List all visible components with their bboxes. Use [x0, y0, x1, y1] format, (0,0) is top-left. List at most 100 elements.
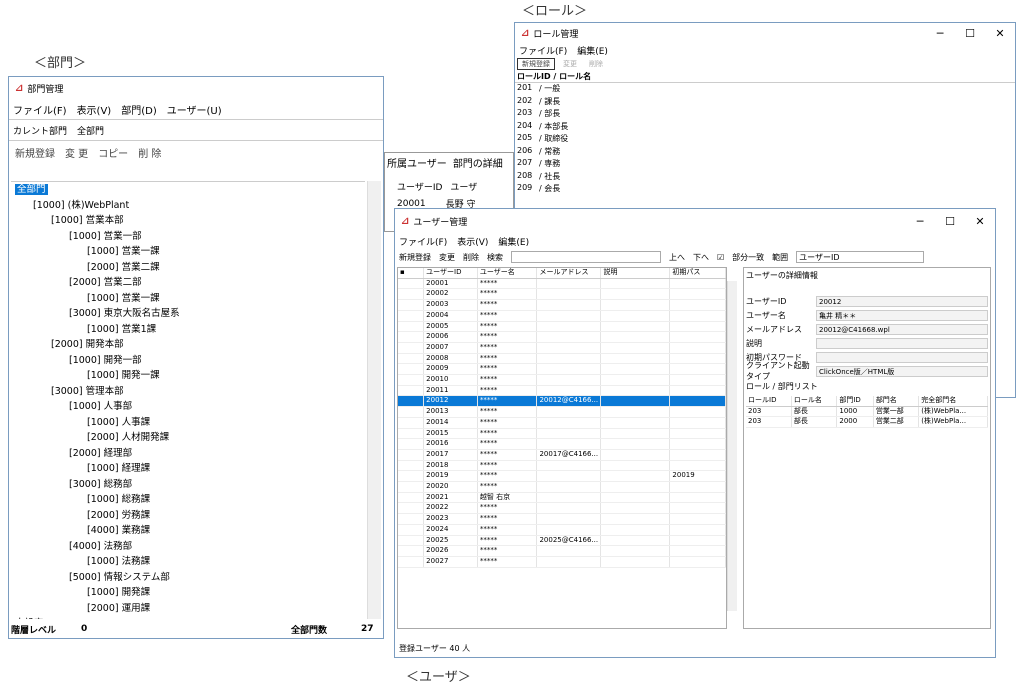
tree-node[interactable]: [1000] 営業本部	[11, 213, 365, 229]
tree-node[interactable]: [1000] 経理課	[11, 461, 365, 477]
user-row[interactable]: 20024 *****	[398, 524, 726, 536]
maximize-button[interactable]: ☐	[935, 215, 965, 228]
minimize-button[interactable]: ─	[905, 215, 935, 228]
tree-node[interactable]: [2000] 開発本部	[11, 337, 365, 353]
menu-view[interactable]: 表示(V)	[457, 235, 488, 248]
user-row[interactable]: 20012 ***** 20012@C4166...	[398, 395, 726, 408]
role-row[interactable]: 208 / 社長	[515, 171, 1015, 184]
new-button[interactable]: 新規登録	[11, 145, 59, 160]
change-button[interactable]: 変更	[439, 252, 455, 263]
column-header[interactable]: ユーザーID	[423, 268, 478, 279]
user-row[interactable]: 20011 *****	[398, 385, 726, 397]
delete-button[interactable]: 削除	[585, 59, 607, 69]
change-button[interactable]: 変更	[559, 59, 581, 69]
field-value[interactable]	[816, 351, 988, 363]
menu-file[interactable]: ファイル(F)	[519, 44, 567, 57]
tree-node[interactable]: [4000] 法務部	[11, 539, 365, 555]
tree-node[interactable]: 未設定	[11, 616, 365, 619]
role-dept-row[interactable]: 203 部長 2000 営業二部 (株)WebPla...	[746, 416, 988, 429]
tree-node[interactable]: [1000] 開発課	[11, 585, 365, 601]
column-header[interactable]: ロールID	[746, 396, 792, 407]
user-row[interactable]: 20004 *****	[398, 310, 726, 322]
column-header[interactable]: 完全部門名	[918, 396, 988, 407]
user-row[interactable]: 20016 *****	[398, 438, 726, 450]
user-row[interactable]: 20007 *****	[398, 342, 726, 354]
tree-node[interactable]: [4000] 業務課	[11, 523, 365, 539]
user-table-scrollbar[interactable]	[727, 281, 737, 611]
copy-button[interactable]: コピー	[94, 145, 132, 160]
role-row[interactable]: 207 / 専務	[515, 158, 1015, 171]
tree-node[interactable]: [2000] 人材開発課	[11, 430, 365, 446]
menu-file[interactable]: ファイル(F)	[399, 235, 447, 248]
tree-node[interactable]: [2000] 運用課	[11, 601, 365, 617]
tree-node[interactable]: [2000] 労務課	[11, 508, 365, 524]
tree-node[interactable]: [2000] 営業二部	[11, 275, 365, 291]
user-row[interactable]: 20021 越智 右京	[398, 492, 726, 504]
menu-dept[interactable]: 部門(D)	[121, 102, 157, 117]
menu-edit[interactable]: 編集(E)	[577, 44, 608, 57]
field-value[interactable]: 20012@C41668.wpl	[816, 323, 988, 335]
column-header[interactable]: ▪	[398, 268, 425, 279]
column-header[interactable]: メールアドレス	[536, 268, 602, 279]
partial-match-checkbox[interactable]: ☑	[717, 253, 724, 262]
tab-current-dept[interactable]: カレント部門	[13, 124, 67, 137]
tree-node[interactable]: [2000] 経理部	[11, 446, 365, 462]
field-value[interactable]	[816, 337, 988, 349]
user-row[interactable]: 20027 *****	[398, 556, 726, 568]
role-row[interactable]: 204 / 本部長	[515, 121, 1015, 134]
user-row[interactable]: 20008 *****	[398, 353, 726, 365]
tree-node[interactable]: [3000] 東京大阪名古屋系	[11, 306, 365, 322]
menu-view[interactable]: 表示(V)	[77, 102, 112, 117]
tree-node[interactable]: [3000] 管理本部	[11, 384, 365, 400]
column-header[interactable]: 部門名	[873, 396, 920, 407]
column-header[interactable]: 部門ID	[836, 396, 874, 407]
tree-node[interactable]: [2000] 営業二課	[11, 260, 365, 276]
tree-node[interactable]: [1000] 法務課	[11, 554, 365, 570]
user-row[interactable]: 20019 ***** 20019	[398, 470, 726, 483]
up-button[interactable]: 上へ	[669, 252, 685, 263]
role-row[interactable]: 205 / 取締役	[515, 133, 1015, 146]
user-row[interactable]: 20022 *****	[398, 502, 726, 515]
user-row[interactable]: 20010 *****	[398, 374, 726, 386]
tree-node[interactable]: [1000] 営業一部	[11, 229, 365, 245]
tree-node[interactable]: [1000] 営業一課	[11, 291, 365, 307]
field-value[interactable]: ClickOnce版／HTML版	[816, 365, 988, 377]
detail-tab[interactable]: ユーザーの詳細情報	[746, 270, 988, 281]
maximize-button[interactable]: ☐	[955, 27, 985, 40]
user-row[interactable]: 20002 *****	[398, 288, 726, 301]
close-button[interactable]: ✕	[985, 27, 1015, 40]
user-row[interactable]: 20005 *****	[398, 321, 726, 333]
tree-node[interactable]: [5000] 情報システム部	[11, 570, 365, 586]
tree-node[interactable]: [1000] 開発一課	[11, 368, 365, 384]
column-header[interactable]: ユーザー名	[477, 268, 538, 279]
role-dept-row[interactable]: 203 部長 1000 営業一部 (株)WebPla...	[746, 406, 988, 418]
close-button[interactable]: ✕	[965, 215, 995, 228]
delete-button[interactable]: 削 除	[134, 145, 165, 160]
tree-node[interactable]: [3000] 総務部	[11, 477, 365, 493]
search-input[interactable]	[511, 251, 661, 263]
role-row[interactable]: 209 / 会長	[515, 183, 1015, 196]
role-row[interactable]: 202 / 課長	[515, 96, 1015, 109]
tab-all-dept[interactable]: 全部門	[77, 124, 104, 137]
user-row[interactable]: 20025 ***** 20025@C4166...	[398, 535, 726, 547]
tab-members[interactable]: 所属ユーザー	[387, 155, 447, 170]
column-header[interactable]: 初期パス	[669, 268, 726, 279]
user-row[interactable]: 20018 *****	[398, 460, 726, 472]
user-row[interactable]: 20003 *****	[398, 299, 726, 311]
tree-node[interactable]: [1000] 総務課	[11, 492, 365, 508]
minimize-button[interactable]: ─	[925, 27, 955, 40]
user-row[interactable]: 20020 *****	[398, 481, 726, 493]
tree-node[interactable]: [1000] 人事課	[11, 415, 365, 431]
range-select[interactable]: ユーザーID	[796, 251, 925, 263]
column-header[interactable]: 説明	[600, 268, 671, 279]
tree-node[interactable]: [1000] 開発一部	[11, 353, 365, 369]
menu-user[interactable]: ユーザー(U)	[167, 102, 222, 117]
role-row[interactable]: 203 / 部長	[515, 108, 1015, 121]
field-value[interactable]: 20012	[816, 295, 988, 307]
change-button[interactable]: 変 更	[61, 145, 92, 160]
tab-dept-detail[interactable]: 部門の詳細	[453, 155, 503, 170]
user-row[interactable]: 20001 *****	[398, 278, 726, 290]
role-row[interactable]: 201 / 一般	[515, 83, 1015, 96]
tree-node[interactable]: [1000] 営業一課	[11, 244, 365, 260]
user-row[interactable]: 20015 *****	[398, 428, 726, 440]
